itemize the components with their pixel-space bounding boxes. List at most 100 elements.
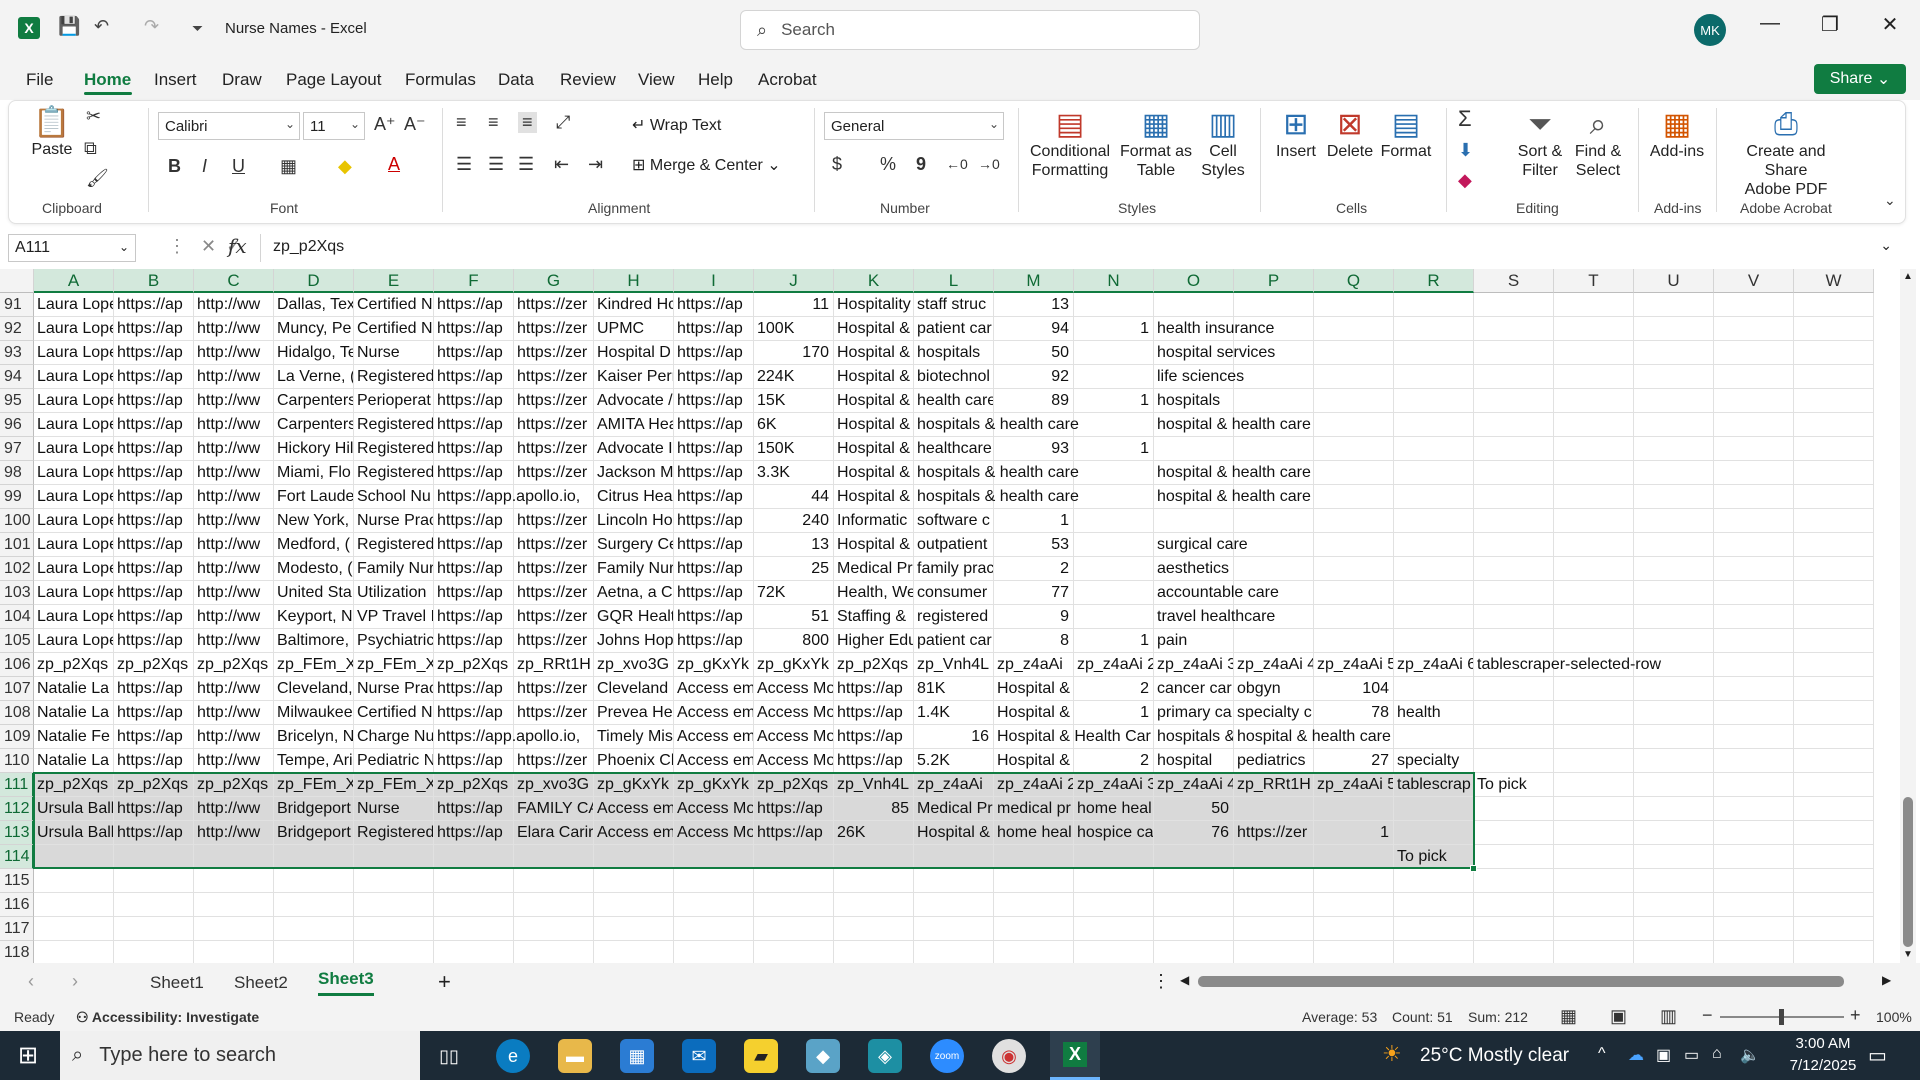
cell-p102[interactable] (1234, 557, 1314, 581)
cell-l97[interactable]: healthcare (914, 437, 994, 461)
cell-b103[interactable]: https://ap (114, 581, 194, 605)
cell-w104[interactable] (1794, 605, 1874, 629)
cell-k110[interactable]: https://ap (834, 749, 914, 773)
cell-h100[interactable]: Lincoln Ho (594, 509, 674, 533)
cell-c117[interactable] (194, 917, 274, 941)
onedrive-icon[interactable]: ☁ (1628, 1045, 1644, 1065)
cell-j118[interactable] (754, 941, 834, 963)
fill-color-icon[interactable]: ◆ (338, 156, 352, 177)
column-header-r[interactable]: R (1394, 269, 1474, 293)
cell-g97[interactable]: https://zer (514, 437, 594, 461)
cell-i109[interactable]: Access em (674, 725, 754, 749)
cell-e104[interactable]: VP Travel I (354, 605, 434, 629)
cell-v93[interactable] (1714, 341, 1794, 365)
cell-o112[interactable]: 50 (1154, 797, 1234, 821)
cell-q105[interactable] (1314, 629, 1394, 653)
cell-d117[interactable] (274, 917, 354, 941)
cell-i115[interactable] (674, 869, 754, 893)
cell-u109[interactable] (1634, 725, 1714, 749)
cell-g104[interactable]: https://zer (514, 605, 594, 629)
cell-q118[interactable] (1314, 941, 1394, 963)
cell-p110[interactable]: pediatrics (1234, 749, 1314, 773)
cell-s92[interactable] (1474, 317, 1554, 341)
row-header-108[interactable]: 108 (0, 701, 34, 725)
align-middle-icon[interactable]: ≡ (488, 112, 499, 133)
cell-e108[interactable]: Certified N (354, 701, 434, 725)
cell-v113[interactable] (1714, 821, 1794, 845)
microsoft-store-icon[interactable]: ▦ (620, 1039, 654, 1073)
cell-a113[interactable]: Ursula Ball (34, 821, 114, 845)
cell-s100[interactable] (1474, 509, 1554, 533)
cell-g100[interactable]: https://zer (514, 509, 594, 533)
row-header-100[interactable]: 100 (0, 509, 34, 533)
cell-o100[interactable] (1154, 509, 1234, 533)
cell-u115[interactable] (1634, 869, 1714, 893)
cell-e94[interactable]: Registered (354, 365, 434, 389)
cell-n118[interactable] (1074, 941, 1154, 963)
cell-i108[interactable]: Access em (674, 701, 754, 725)
cell-f113[interactable]: https://ap (434, 821, 514, 845)
cell-f112[interactable]: https://ap (434, 797, 514, 821)
cell-q104[interactable] (1314, 605, 1394, 629)
cell-u95[interactable] (1634, 389, 1714, 413)
row-header-112[interactable]: 112 (0, 797, 34, 821)
cell-d106[interactable]: zp_FEm_X (274, 653, 354, 677)
save-icon[interactable]: 💾 (58, 16, 80, 37)
cell-l108[interactable]: 1.4K (914, 701, 994, 725)
cell-e116[interactable] (354, 893, 434, 917)
cell-q111[interactable]: zp_z4aAi 5 (1314, 773, 1394, 797)
cell-j95[interactable]: 15K (754, 389, 834, 413)
cell-o115[interactable] (1154, 869, 1234, 893)
cell-v92[interactable] (1714, 317, 1794, 341)
cell-t113[interactable] (1554, 821, 1634, 845)
cell-i93[interactable]: https://ap (674, 341, 754, 365)
cell-t104[interactable] (1554, 605, 1634, 629)
cell-o106[interactable]: zp_z4aAi 3 (1154, 653, 1234, 677)
cell-s95[interactable] (1474, 389, 1554, 413)
cell-b97[interactable]: https://ap (114, 437, 194, 461)
accessibility-status[interactable]: ⚇ Accessibility: Investigate (76, 1009, 259, 1026)
add-sheet-button[interactable]: + (438, 969, 451, 995)
notifications-icon[interactable]: ▭ (1868, 1043, 1887, 1068)
row-header-92[interactable]: 92 (0, 317, 34, 341)
cell-v97[interactable] (1714, 437, 1794, 461)
cell-j115[interactable] (754, 869, 834, 893)
cell-h95[interactable]: Advocate / (594, 389, 674, 413)
cell-r110[interactable]: specialty (1394, 749, 1474, 773)
cell-r116[interactable] (1394, 893, 1474, 917)
merge-center-button[interactable]: ⊞ Merge & Center ⌄ (632, 156, 781, 175)
search-box[interactable]: ⌕ Search (740, 10, 1200, 50)
cell-v114[interactable] (1714, 845, 1794, 869)
cell-q117[interactable] (1314, 917, 1394, 941)
scroll-down-icon[interactable]: ▼ (1903, 949, 1913, 960)
cell-s110[interactable] (1474, 749, 1554, 773)
cell-j93[interactable]: 170 (754, 341, 834, 365)
borders-icon[interactable]: ▦ (280, 156, 297, 177)
cell-h107[interactable]: Cleveland (594, 677, 674, 701)
zoom-out-button[interactable]: − (1702, 1005, 1713, 1026)
cell-d109[interactable]: Bricelyn, N (274, 725, 354, 749)
cell-q116[interactable] (1314, 893, 1394, 917)
increase-indent-icon[interactable]: ⇥ (588, 154, 603, 175)
cell-u104[interactable] (1634, 605, 1714, 629)
cell-o109[interactable]: hospitals & (1154, 725, 1234, 749)
name-box[interactable]: A111 ⌄ (8, 234, 136, 262)
cell-e114[interactable] (354, 845, 434, 869)
avatar[interactable]: MK (1694, 14, 1726, 46)
cell-o107[interactable]: cancer car (1154, 677, 1234, 701)
row-header-106[interactable]: 106 (0, 653, 34, 677)
cell-r99[interactable] (1394, 485, 1474, 509)
cell-j91[interactable]: 11 (754, 293, 834, 317)
cell-t103[interactable] (1554, 581, 1634, 605)
cell-d99[interactable]: Fort Laude (274, 485, 354, 509)
cell-m112[interactable]: medical pr (994, 797, 1074, 821)
column-header-s[interactable]: S (1474, 269, 1554, 293)
cell-a118[interactable] (34, 941, 114, 963)
cell-c91[interactable]: http://ww (194, 293, 274, 317)
column-header-l[interactable]: L (914, 269, 994, 293)
column-header-j[interactable]: J (754, 269, 834, 293)
cell-v105[interactable] (1714, 629, 1794, 653)
cell-o118[interactable] (1154, 941, 1234, 963)
cell-r94[interactable] (1394, 365, 1474, 389)
cell-b108[interactable]: https://ap (114, 701, 194, 725)
